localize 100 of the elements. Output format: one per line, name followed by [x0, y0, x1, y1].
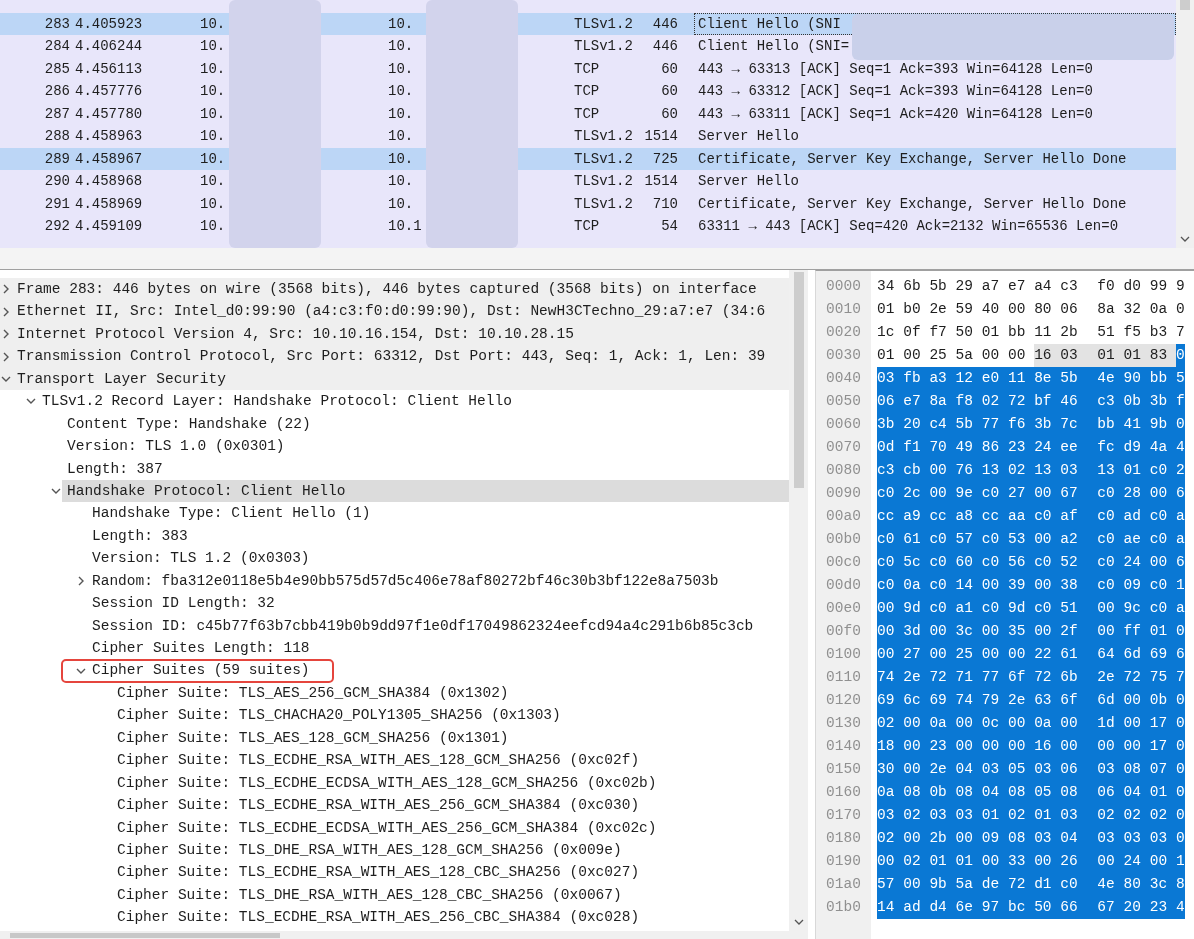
tree-label: Cipher Suite: TLS_AES_256_GCM_SHA384 (0x1302)	[116, 683, 510, 703]
protocol-name: TLSv1.2	[574, 37, 634, 57]
tree-row[interactable]: Random: fba312e0118e5b4e90bb575d57d5c406e78af80272bf46c30b3bf122e8a7503b	[0, 569, 789, 593]
packet-number: 292	[43, 216, 70, 236]
chevron-right-icon[interactable]	[1, 284, 11, 295]
protocol-name: TLSv1.2	[574, 15, 634, 34]
tree-row[interactable]: Session ID Length: 32	[0, 592, 789, 615]
tree-row[interactable]: Length: 387	[0, 457, 789, 480]
hex-offset: 00e0	[825, 599, 862, 618]
packet-info: Certificate, Server Key Exchange, Server Hello Done	[698, 195, 1127, 212]
chevron-right-icon[interactable]	[1, 329, 11, 340]
packet-time: 4.458968	[74, 172, 144, 192]
tree-row[interactable]: Cipher Suites (59 suites)	[0, 659, 789, 682]
tree-row[interactable]: Session ID: c45b77f63b7cbb419b0b9dd97f1e0df17049862324eefcd94a4c291b6b85c3cb	[0, 614, 789, 637]
tree-label: Length: 383	[91, 526, 189, 546]
chevron-right-icon[interactable]	[1, 306, 11, 317]
tree-row[interactable]: Handshake Type: Client Hello (1)	[0, 502, 789, 525]
protocol-name: TCP	[574, 82, 601, 102]
hex-offset: 0130	[825, 714, 862, 733]
tree-label: Cipher Suite: TLS_CHACHA20_POLY1305_SHA256 (0x1303)	[116, 706, 562, 726]
hex-bytes: c3 cb 00 76 13 02 13 03 13 01 c0 2	[871, 459, 1185, 482]
tree-row[interactable]: Cipher Suite: TLS_AES_256_GCM_SHA384 (0x1302)	[0, 681, 789, 705]
tree-row[interactable]: Version: TLS 1.2 (0x0303)	[0, 547, 789, 570]
hex-offset: 00a0	[825, 507, 862, 526]
packet-info: 443 → 63312 [ACK] Seq=1 Ack=393 Win=64128 Len=0	[698, 83, 1093, 100]
destination-address: 10.	[388, 82, 415, 102]
protocol-name: TLSv1.2	[574, 194, 634, 214]
tree-label: Cipher Suite: TLS_ECDHE_RSA_WITH_AES_128_GCM_SHA256 (0xc02f)	[116, 751, 641, 771]
hex-bytes: 01 b0 2e 59 40 00 80 06 8a 32 0a 0	[876, 300, 1185, 319]
chevron-right-icon[interactable]	[1, 351, 11, 362]
protocol-name: TCP	[574, 59, 601, 79]
hex-offset: 0180	[825, 829, 862, 848]
scrollbar-thumb[interactable]	[10, 933, 280, 938]
tree-label: Random: fba312e0118e5b4e90bb575d57d5c406e78af80272bf46c30b3bf122e8a7503b	[91, 571, 720, 591]
tree-row[interactable]: Version: TLS 1.0 (0x0301)	[0, 435, 789, 458]
tree-label: Frame 283: 446 bytes on wire (3568 bits), 446 bytes captured (3568 bits) on interface	[16, 280, 758, 299]
destination-address: 10.	[388, 127, 415, 147]
tree-row[interactable]: Cipher Suite: TLS_DHE_RSA_WITH_AES_128_GCM_SHA256 (0x009e)	[0, 838, 789, 862]
packet-time: 4.457780	[74, 104, 144, 124]
destination-address: 10.1	[388, 216, 423, 236]
tree-label: Session ID Length: 32	[91, 594, 276, 614]
tree-row[interactable]: TLSv1.2 Record Layer: Handshake Protocol: Client Hello	[0, 390, 789, 413]
destination-address: 10.	[388, 37, 415, 57]
scroll-down-icon[interactable]	[1180, 236, 1190, 243]
hex-offset: 0190	[825, 852, 862, 871]
tree-row[interactable]: Cipher Suite: TLS_ECDHE_RSA_WITH_AES_256_CBC_SHA384 (0xc028)	[0, 906, 789, 929]
tree-row[interactable]: Length: 383	[0, 524, 789, 548]
tree-label: Cipher Suite: TLS_DHE_RSA_WITH_AES_128_CBC_SHA256 (0x0067)	[116, 885, 623, 905]
tree-row[interactable]: Cipher Suite: TLS_DHE_RSA_WITH_AES_128_CBC_SHA256 (0x0067)	[0, 883, 789, 907]
scrollbar-thumb[interactable]	[1180, 0, 1190, 10]
hex-bytes: 01 00 25 5a 00 00 16 03 01 01 83 0	[871, 344, 1185, 367]
tree-row[interactable]: Ethernet II, Src: Intel_d0:99:90 (a4:c3:f0:d0:99:90), Dst: NewH3CTechno_29:a7:e7 (34:6	[0, 300, 789, 323]
packet-length: 710	[651, 194, 679, 214]
tree-row[interactable]: Cipher Suite: TLS_AES_128_GCM_SHA256 (0x1301)	[0, 726, 789, 750]
packet-info: 443 → 63313 [ACK] Seq=1 Ack=393 Win=64128 Len=0	[698, 60, 1093, 77]
packet-number: 288	[43, 127, 70, 147]
tree-row[interactable]: Cipher Suite: TLS_ECDHE_RSA_WITH_AES_128_GCM_SHA256 (0xc02f)	[0, 749, 789, 772]
packet-length: 60	[660, 82, 679, 102]
destination-address: 10.	[388, 104, 415, 124]
hex-bytes: 34 6b 5b 29 a7 e7 a4 c3 f0 d0 99 9	[876, 277, 1185, 296]
tree-row[interactable]: Transport Layer Security	[0, 367, 789, 391]
hex-offset: 01b0	[825, 898, 862, 917]
tree-row[interactable]: Content Type: Handshake (22)	[0, 412, 789, 436]
tree-row[interactable]: Cipher Suites Length: 118	[0, 637, 789, 660]
tree-label: Cipher Suite: TLS_ECDHE_RSA_WITH_AES_256_GCM_SHA384 (0xc030)	[116, 796, 641, 816]
scrollbar-thumb[interactable]	[793, 272, 804, 488]
hex-bytes: 69 6c 69 74 79 2e 63 6f 6d 00 0b 0	[871, 689, 1185, 712]
tree-row[interactable]: Cipher Suite: TLS_CHACHA20_POLY1305_SHA256 (0x1303)	[0, 704, 789, 727]
packet-number: 290	[43, 172, 70, 192]
tree-row[interactable]: Frame 283: 446 bytes on wire (3568 bits), 446 bytes captured (3568 bits) on interface	[0, 278, 789, 301]
tree-label: Transport Layer Security	[16, 369, 227, 389]
scroll-down-icon[interactable]	[793, 919, 804, 926]
hex-offset: 01a0	[825, 875, 862, 894]
tree-row[interactable]: Cipher Suite: TLS_ECDHE_RSA_WITH_AES_256_GCM_SHA384 (0xc030)	[0, 794, 789, 817]
hex-bytes: c0 0a c0 14 00 39 00 38 c0 09 c0 1	[871, 574, 1185, 597]
packet-number: 283	[43, 15, 70, 34]
tree-row[interactable]: Cipher Suite: TLS_ECDHE_ECDSA_WITH_AES_256_GCM_SHA384 (0xc02c)	[0, 816, 789, 839]
hex-offset: 0100	[825, 645, 862, 664]
horizontal-scrollbar[interactable]	[0, 931, 808, 939]
destination-address: 10.	[388, 149, 415, 169]
scrollbar[interactable]	[789, 270, 808, 931]
source-address: 10.	[200, 172, 227, 192]
hex-bytes: 00 02 01 01 00 33 00 26 00 24 00 1	[871, 850, 1185, 873]
tree-row[interactable]: Cipher Suite: TLS_ECDHE_RSA_WITH_AES_128_CBC_SHA256 (0xc027)	[0, 861, 789, 884]
tree-row[interactable]: Cipher Suite: TLS_ECDHE_ECDSA_WITH_AES_128_GCM_SHA256 (0xc02b)	[0, 771, 789, 795]
packet-number: 289	[43, 149, 70, 169]
tree-label: Cipher Suite: TLS_ECDHE_RSA_WITH_AES_128_CBC_SHA256 (0xc027)	[116, 863, 641, 883]
packet-number: 291	[43, 194, 70, 214]
tree-label: Cipher Suite: TLS_ECDHE_ECDSA_WITH_AES_256_GCM_SHA384 (0xc02c)	[116, 818, 658, 838]
hex-offset: 0010	[825, 300, 862, 319]
chevron-right-icon[interactable]	[76, 575, 86, 586]
hex-offset: 00d0	[825, 576, 862, 595]
hex-bytes: 74 2e 72 71 77 6f 72 6b 2e 72 75 7	[871, 666, 1185, 689]
tree-row[interactable]: Internet Protocol Version 4, Src: 10.10.16.154, Dst: 10.10.28.15	[0, 322, 789, 346]
scrollbar[interactable]	[1176, 0, 1194, 248]
tree-row[interactable]: Transmission Control Protocol, Src Port: 63312, Dst Port: 443, Seq: 1, Ack: 1, Len: 39	[0, 345, 789, 368]
hex-offset: 0060	[825, 415, 862, 434]
hex-bytes: 18 00 23 00 00 00 16 00 00 00 17 0	[871, 735, 1185, 758]
packet-length: 725	[651, 149, 679, 169]
packet-number: 285	[43, 59, 70, 79]
